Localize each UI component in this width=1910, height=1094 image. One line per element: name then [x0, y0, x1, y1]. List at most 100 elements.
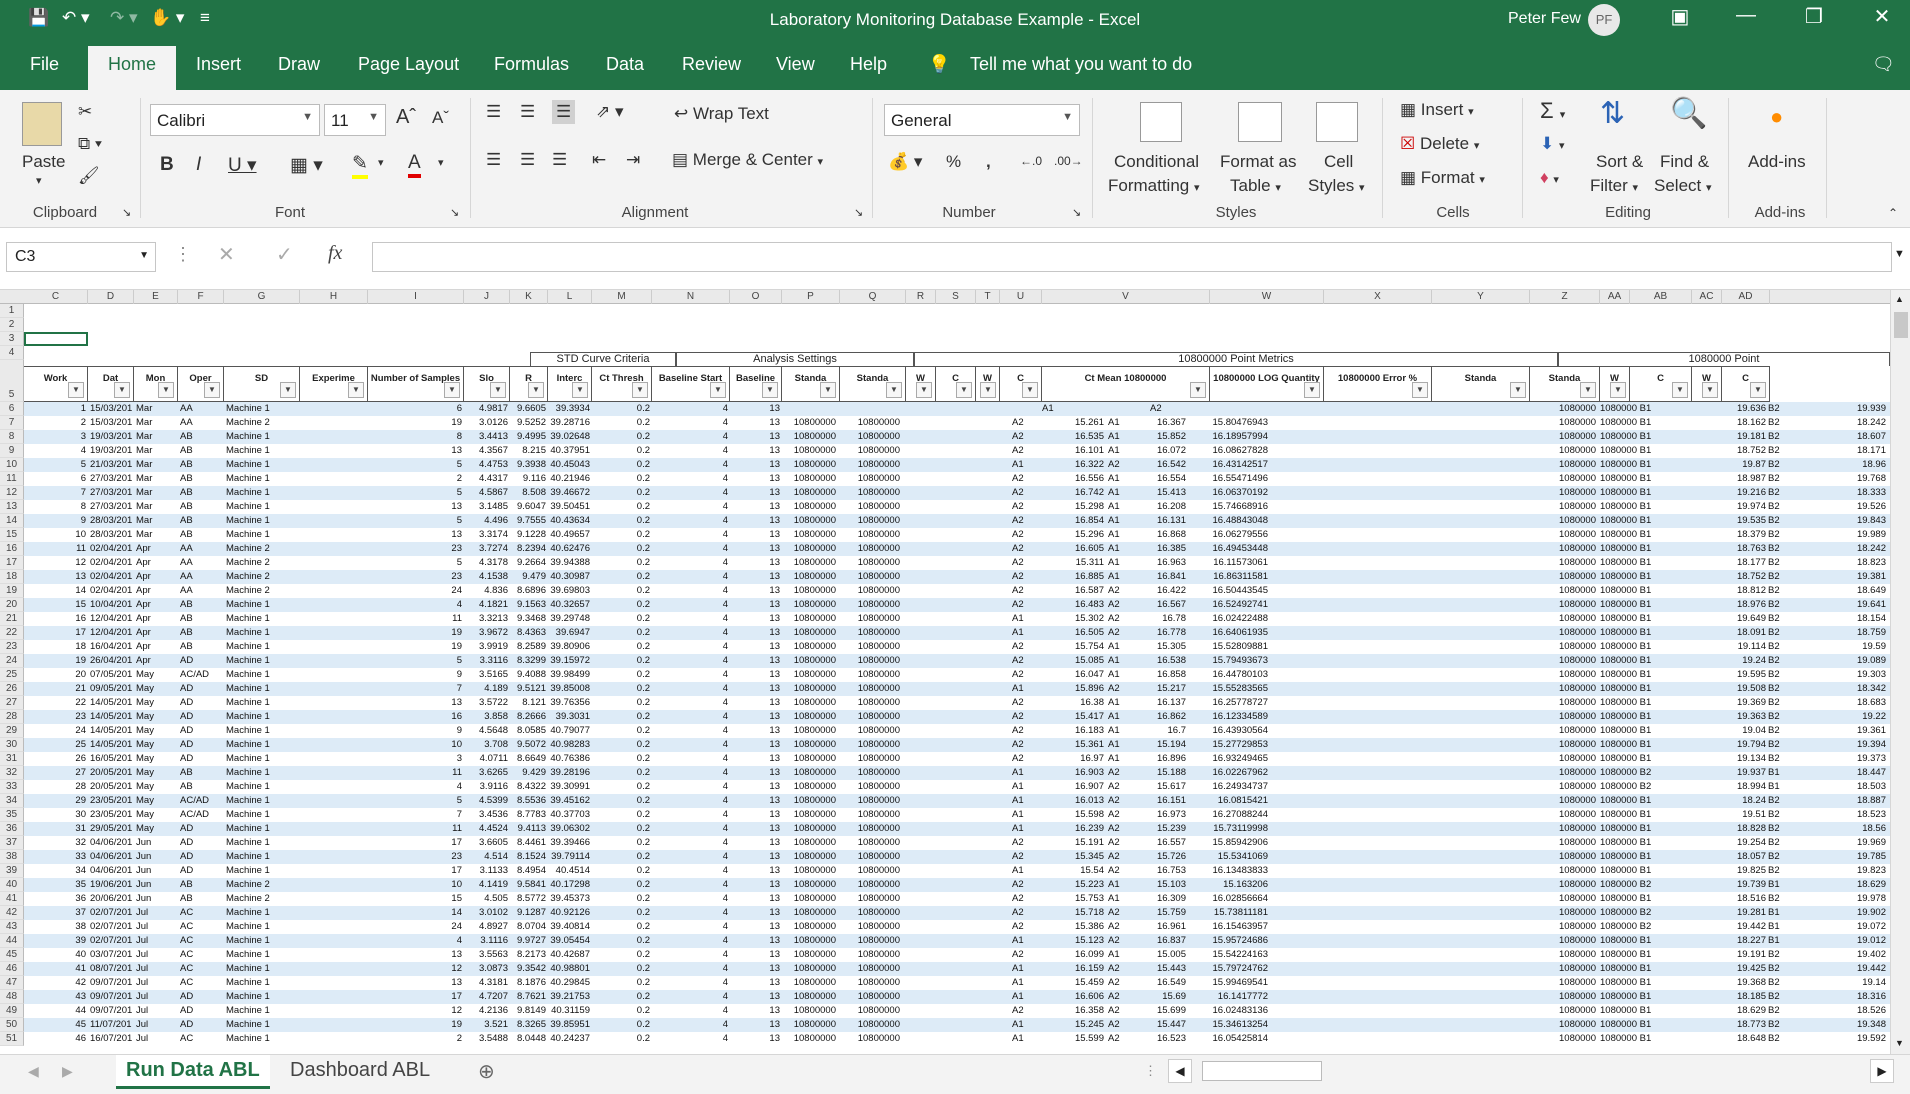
cell[interactable]: 0.2 — [592, 1004, 650, 1018]
clipboard-launcher-icon[interactable]: ↘ — [122, 206, 131, 219]
cell[interactable]: 13 — [730, 668, 780, 682]
table-header[interactable]: Interc ▼ — [548, 366, 592, 402]
cell[interactable]: 6 — [368, 402, 462, 416]
cell[interactable]: B2 — [1768, 402, 1798, 416]
cell[interactable]: 2 — [368, 1032, 462, 1046]
cell[interactable]: 19.989 — [1830, 528, 1886, 542]
cell[interactable]: 19.825 — [1722, 864, 1766, 878]
row-header[interactable]: 1 — [0, 304, 24, 318]
scroll-left-icon[interactable]: ◀ — [1168, 1059, 1192, 1083]
row-header[interactable]: 32 — [0, 766, 24, 780]
cell[interactable]: 19.368 — [1722, 976, 1766, 990]
cell[interactable]: AC — [180, 976, 220, 990]
cell[interactable]: B2 — [1768, 570, 1798, 584]
cell[interactable]: 0.2 — [592, 948, 650, 962]
cell[interactable]: 10/04/2019 — [90, 598, 132, 612]
cell[interactable]: 4 — [652, 1018, 728, 1032]
cell[interactable]: 10800000 — [840, 542, 900, 556]
cell[interactable]: 13 — [730, 948, 780, 962]
cell[interactable]: B2 — [1768, 640, 1798, 654]
cell[interactable]: 1080000 — [1530, 472, 1596, 486]
split-handle-icon[interactable]: ⋮ — [1144, 1063, 1157, 1079]
cell[interactable]: 19.281 — [1722, 906, 1766, 920]
cell[interactable]: 18.333 — [1830, 486, 1886, 500]
cell[interactable]: 19.937 — [1722, 766, 1766, 780]
cell[interactable]: 15/03/2019 — [90, 402, 132, 416]
cell[interactable]: A2 — [1108, 458, 1136, 472]
add-ins-icon[interactable]: ● — [1770, 104, 1783, 130]
cell[interactable]: 16.505 — [1040, 626, 1104, 640]
cell[interactable]: 1080000 — [1530, 542, 1596, 556]
cell[interactable]: A1 — [1108, 710, 1136, 724]
cell[interactable]: 16.072 — [1136, 444, 1186, 458]
cell[interactable]: 40.49657 — [548, 528, 590, 542]
cell[interactable]: A2 — [1012, 500, 1040, 514]
table-header[interactable]: Ct Mean 10800000 ▼ — [1042, 366, 1210, 402]
cell[interactable]: 14/05/2019 — [90, 710, 132, 724]
cell[interactable]: 4 — [368, 934, 462, 948]
fill-icon[interactable]: ⬇ ▾ — [1540, 134, 1565, 154]
cell[interactable]: AB — [180, 500, 220, 514]
cell[interactable]: 18.887 — [1830, 794, 1886, 808]
cell[interactable]: A2 — [1108, 612, 1136, 626]
cell[interactable]: A1 — [1012, 458, 1040, 472]
cell[interactable]: 13 — [730, 906, 780, 920]
cell[interactable]: 4 — [652, 822, 728, 836]
cell[interactable]: 16.896 — [1136, 752, 1186, 766]
row-header[interactable]: 20 — [0, 598, 24, 612]
cell[interactable]: 15.95724686 — [1188, 934, 1268, 948]
cell[interactable]: 0.2 — [592, 766, 650, 780]
font-launcher-icon[interactable]: ↘ — [450, 206, 459, 219]
row-header[interactable]: 37 — [0, 836, 24, 850]
cell[interactable]: Machine 1 — [226, 990, 298, 1004]
cell[interactable]: 4 — [652, 864, 728, 878]
cell[interactable]: 10800000 — [840, 486, 900, 500]
cell[interactable]: 13 — [730, 486, 780, 500]
tab-data[interactable]: Data — [606, 54, 644, 75]
cell[interactable]: 1080000 B2 — [1600, 878, 1688, 892]
insert-cells-button[interactable]: ▦ Insert ▾ — [1400, 100, 1474, 120]
cell[interactable]: 18.763 — [1722, 542, 1766, 556]
cell[interactable]: 8.2173 — [510, 948, 546, 962]
cell[interactable]: Mar — [136, 472, 176, 486]
column-header[interactable]: V — [1042, 290, 1210, 304]
cell[interactable]: 18.523 — [1830, 808, 1886, 822]
cell[interactable]: 16.841 — [1136, 570, 1186, 584]
table-header[interactable]: Standa ▼ — [1530, 366, 1600, 402]
cell[interactable]: 19.794 — [1722, 738, 1766, 752]
cell[interactable]: 13 — [730, 962, 780, 976]
cell[interactable]: 15.5341069 — [1188, 850, 1268, 864]
cell[interactable]: 19.254 — [1722, 836, 1766, 850]
cell[interactable]: 12/04/2019 — [90, 612, 132, 626]
cell[interactable]: Machine 1 — [226, 1004, 298, 1018]
column-header[interactable]: R — [906, 290, 936, 304]
cell[interactable]: 3.6265 — [464, 766, 508, 780]
cell[interactable]: 19.595 — [1722, 668, 1766, 682]
cell[interactable]: 1080000 — [1530, 878, 1596, 892]
cell[interactable]: 13 — [730, 402, 780, 416]
row-header[interactable]: 6 — [0, 402, 24, 416]
minimize-icon[interactable]: — — [1726, 4, 1766, 27]
cell[interactable]: 13 — [368, 444, 462, 458]
column-header[interactable]: C — [24, 290, 88, 304]
cell[interactable]: 18.773 — [1722, 1018, 1766, 1032]
cell[interactable]: 19 — [368, 1018, 462, 1032]
cell[interactable]: 15.123 — [1040, 934, 1104, 948]
cell[interactable]: 13 — [730, 724, 780, 738]
cell[interactable]: 9.1228 — [510, 528, 546, 542]
cell[interactable]: 4.189 — [464, 682, 508, 696]
table-header[interactable]: Standa ▼ — [782, 366, 840, 402]
cell[interactable]: 23/05/2019 — [90, 808, 132, 822]
cell[interactable]: 16.858 — [1136, 668, 1186, 682]
cell[interactable]: 4 — [652, 780, 728, 794]
cell[interactable]: 10800000 — [782, 640, 836, 654]
cell[interactable]: 1080000 — [1530, 1004, 1596, 1018]
cell[interactable]: 9 — [368, 668, 462, 682]
paste-button[interactable]: Paste — [22, 152, 65, 172]
cell[interactable]: A2 — [1108, 1018, 1136, 1032]
cell[interactable]: B2 — [1768, 990, 1798, 1004]
cell[interactable]: 16.02422488 — [1188, 612, 1268, 626]
cell[interactable]: 10800000 — [782, 570, 836, 584]
cell[interactable]: 1080000 — [1530, 948, 1596, 962]
row-header[interactable]: 48 — [0, 990, 24, 1004]
